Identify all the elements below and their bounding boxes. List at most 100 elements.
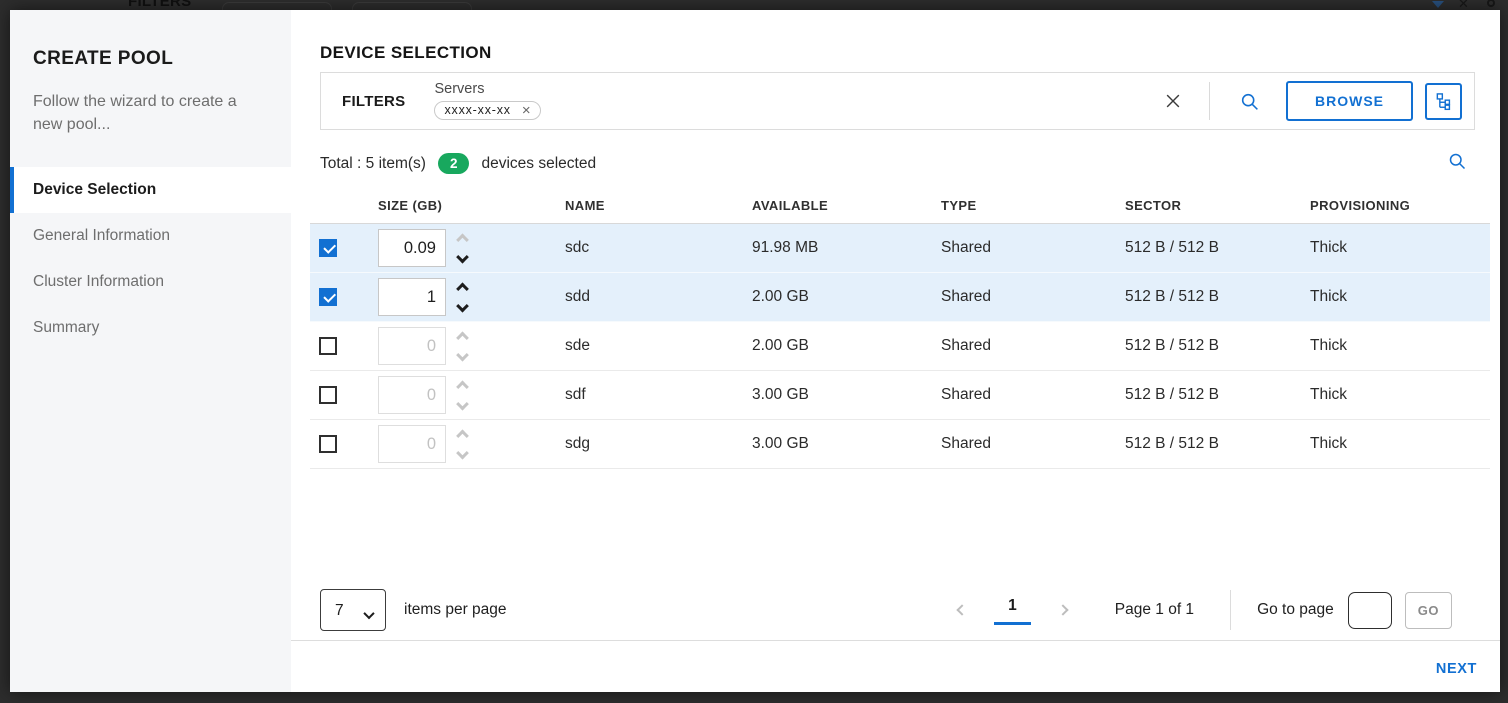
device-name: sdf <box>565 386 752 404</box>
background-input-outline <box>222 2 332 10</box>
page-number[interactable]: 1 <box>994 595 1031 625</box>
device-type: Shared <box>941 386 1125 404</box>
items-per-page-label: items per page <box>404 601 507 619</box>
server-filter-chip[interactable]: xxxx-xx-xx × <box>434 101 541 120</box>
device-type: Shared <box>941 239 1125 257</box>
next-button[interactable]: NEXT <box>1436 661 1477 677</box>
column-header-available: AVAILABLE <box>752 198 941 213</box>
size-stepper <box>452 326 472 366</box>
device-selection-panel: DEVICE SELECTION FILTERS Servers xxxx-xx… <box>291 10 1500 692</box>
divider <box>1230 590 1231 630</box>
device-sector: 512 B / 512 B <box>1125 386 1310 404</box>
stepper-down-icon[interactable] <box>452 348 472 364</box>
total-items-text: Total : 5 item(s) <box>320 155 426 173</box>
devices-table: SIZE (GB) NAME AVAILABLE TYPE SECTOR PRO… <box>310 188 1490 469</box>
device-type: Shared <box>941 337 1125 355</box>
next-page-icon[interactable] <box>1053 600 1073 620</box>
browse-button[interactable]: BROWSE <box>1286 81 1413 121</box>
page-info: Page 1 of 1 <box>1115 601 1194 619</box>
table-row: sdf 3.00 GB Shared 512 B / 512 B Thick <box>310 371 1490 420</box>
table-row: sdc 91.98 MB Shared 512 B / 512 B Thick <box>310 224 1490 273</box>
chip-remove-icon[interactable]: × <box>522 103 532 118</box>
stepper-up-icon[interactable] <box>452 279 472 295</box>
column-header-provisioning: PROVISIONING <box>1310 198 1490 213</box>
table-row: sde 2.00 GB Shared 512 B / 512 B Thick <box>310 322 1490 371</box>
device-available: 3.00 GB <box>752 386 941 404</box>
device-name: sdd <box>565 288 752 306</box>
stepper-down-icon[interactable] <box>452 299 472 315</box>
go-button[interactable]: GO <box>1405 592 1452 629</box>
create-pool-dialog: CREATE POOL Follow the wizard to create … <box>10 10 1500 692</box>
row-checkbox[interactable] <box>319 386 337 404</box>
previous-page-icon[interactable] <box>952 600 972 620</box>
table-row: sdd 2.00 GB Shared 512 B / 512 B Thick <box>310 273 1490 322</box>
row-checkbox[interactable] <box>319 337 337 355</box>
device-sector: 512 B / 512 B <box>1125 337 1310 355</box>
size-input[interactable] <box>378 229 446 267</box>
row-checkbox[interactable] <box>319 435 337 453</box>
sidebar-item-device-selection[interactable]: Device Selection <box>10 167 291 213</box>
sidebar-item-general-information[interactable]: General Information <box>10 213 291 259</box>
device-available: 2.00 GB <box>752 337 941 355</box>
device-type: Shared <box>941 435 1125 453</box>
stepper-up-icon[interactable] <box>452 426 472 442</box>
background-filters-label: FILTERS <box>128 0 191 10</box>
wizard-subtitle: Follow the wizard to create a new pool..… <box>33 90 267 136</box>
go-to-page-input[interactable] <box>1348 592 1392 629</box>
filter-search-icon[interactable] <box>1239 91 1260 112</box>
background-filter-funnel-icon <box>1432 1 1444 8</box>
device-provisioning: Thick <box>1310 435 1490 453</box>
table-row: sdg 3.00 GB Shared 512 B / 512 B Thick <box>310 420 1490 469</box>
tree-view-button[interactable] <box>1425 83 1462 120</box>
device-available: 2.00 GB <box>752 288 941 306</box>
filter-bar: FILTERS Servers xxxx-xx-xx × BROWSE <box>320 72 1475 130</box>
stepper-down-icon[interactable] <box>452 250 472 266</box>
divider <box>1209 82 1210 120</box>
background-close-icon: ✕ <box>1458 0 1469 10</box>
stepper-up-icon[interactable] <box>452 328 472 344</box>
table-header-row: SIZE (GB) NAME AVAILABLE TYPE SECTOR PRO… <box>310 188 1490 224</box>
screen: FILTERS ✕ CREATE POOL Follow the wizard … <box>0 0 1508 703</box>
size-input[interactable] <box>378 376 446 414</box>
device-sector: 512 B / 512 B <box>1125 288 1310 306</box>
table-body: sdc 91.98 MB Shared 512 B / 512 B Thick … <box>310 224 1490 469</box>
sidebar-item-summary[interactable]: Summary <box>10 305 291 351</box>
wizard-title: CREATE POOL <box>33 48 291 70</box>
stepper-up-icon[interactable] <box>452 377 472 393</box>
row-checkbox[interactable] <box>319 239 337 257</box>
column-header-size: SIZE (GB) <box>378 198 565 213</box>
wizard-sidebar: CREATE POOL Follow the wizard to create … <box>10 10 291 692</box>
background-search-icon <box>1487 0 1495 7</box>
footer-divider <box>291 640 1500 641</box>
background-input-outline <box>352 2 472 10</box>
selection-summary: Total : 5 item(s) 2 devices selected <box>320 153 596 174</box>
size-input[interactable] <box>378 278 446 316</box>
selected-count-badge: 2 <box>438 153 470 174</box>
filters-label: FILTERS <box>342 93 405 110</box>
column-header-name: NAME <box>565 198 752 213</box>
stepper-down-icon[interactable] <box>452 446 472 462</box>
items-per-page-select[interactable]: 7 <box>320 589 386 631</box>
sidebar-item-cluster-information[interactable]: Cluster Information <box>10 259 291 305</box>
device-sector: 512 B / 512 B <box>1125 239 1310 257</box>
stepper-down-icon[interactable] <box>452 397 472 413</box>
stepper-up-icon[interactable] <box>452 230 472 246</box>
clear-filters-icon[interactable] <box>1163 91 1183 111</box>
wizard-steps: Device Selection General Information Clu… <box>10 167 291 351</box>
size-stepper <box>452 375 472 415</box>
device-available: 3.00 GB <box>752 435 941 453</box>
size-stepper <box>452 228 472 268</box>
chip-value: xxxx-xx-xx <box>444 103 510 117</box>
size-input[interactable] <box>378 327 446 365</box>
device-type: Shared <box>941 288 1125 306</box>
pagination-bar: 7 items per page 1 Page 1 of 1 Go to pag… <box>320 588 1452 632</box>
devices-selected-label: devices selected <box>481 155 596 173</box>
row-checkbox[interactable] <box>319 288 337 306</box>
device-available: 91.98 MB <box>752 239 941 257</box>
servers-label: Servers <box>434 82 541 98</box>
device-provisioning: Thick <box>1310 337 1490 355</box>
size-stepper <box>452 424 472 464</box>
size-input[interactable] <box>378 425 446 463</box>
device-provisioning: Thick <box>1310 288 1490 306</box>
table-search-icon[interactable] <box>1447 151 1467 171</box>
